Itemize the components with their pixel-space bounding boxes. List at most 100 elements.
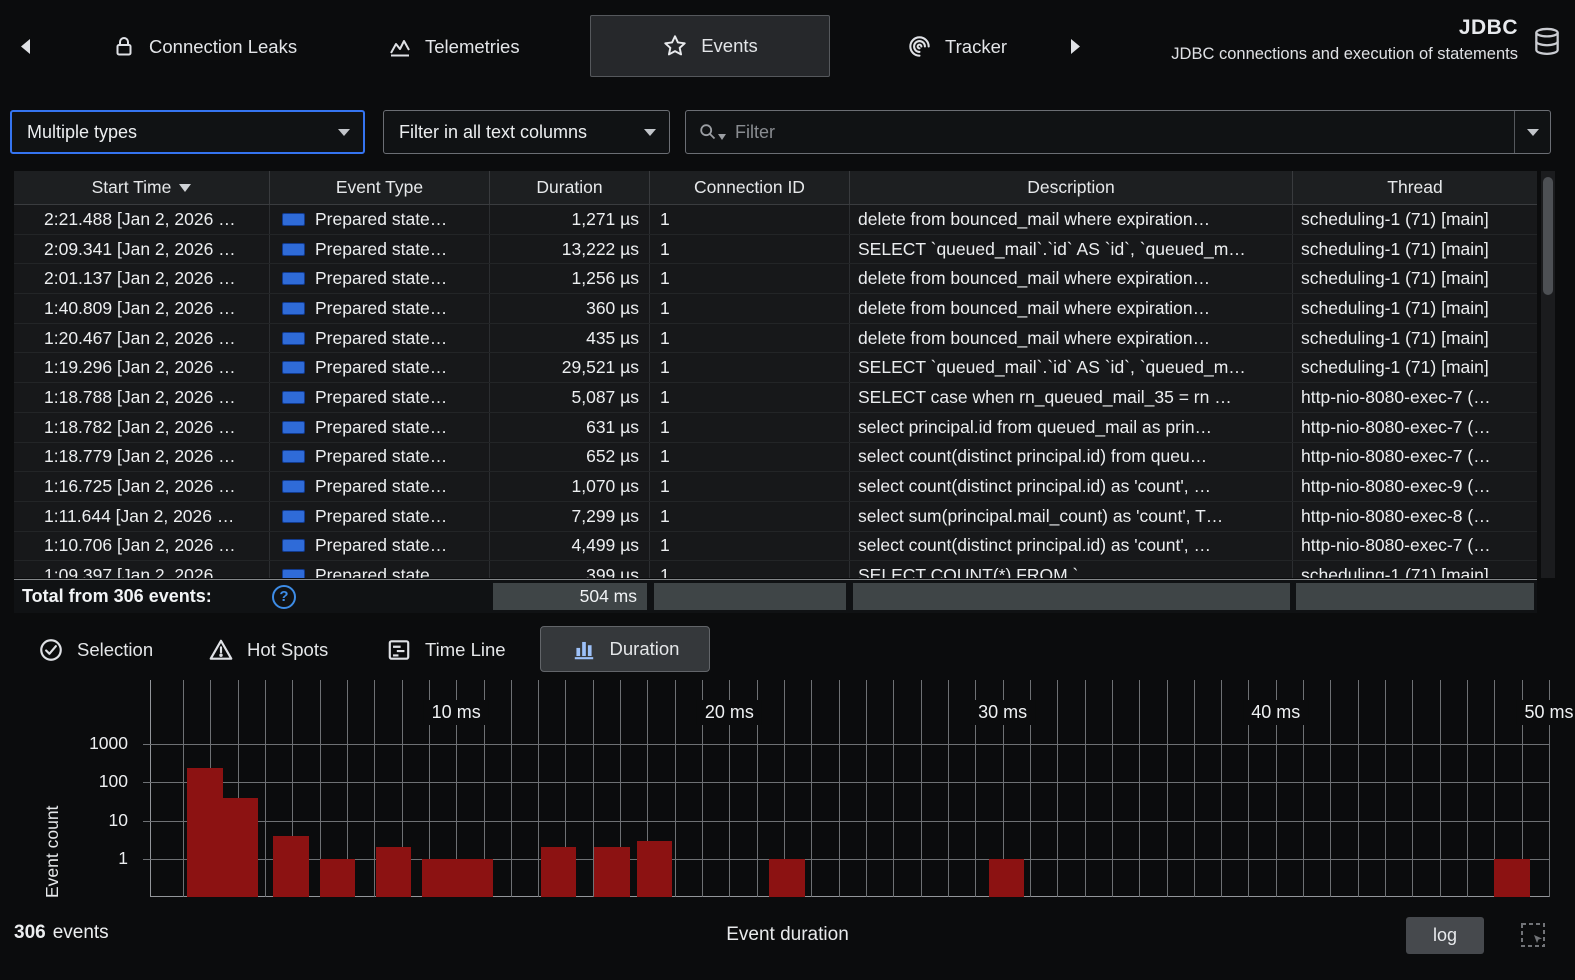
column-header-event-type[interactable]: Event Type bbox=[270, 171, 490, 204]
search-icon[interactable] bbox=[698, 122, 718, 142]
filter-history-dropdown-button[interactable] bbox=[1514, 111, 1550, 153]
cell-start-time: 1:09.397 [Jan 2, 2026 … bbox=[14, 561, 270, 578]
table-scrollbar[interactable] bbox=[1541, 171, 1555, 578]
vertical-gridline bbox=[1166, 680, 1168, 897]
cell-duration: 1,070 µs bbox=[490, 472, 650, 501]
prepared-statement-icon bbox=[282, 569, 305, 578]
histogram-bar[interactable] bbox=[319, 859, 356, 897]
tab-tracker[interactable]: Tracker bbox=[897, 0, 1017, 93]
horizontal-gridline bbox=[143, 782, 1550, 784]
cell-description: SELECT case when rn_queued_mail_35 = rn … bbox=[850, 383, 1293, 412]
histogram-bar[interactable] bbox=[222, 797, 259, 897]
column-header-description[interactable]: Description bbox=[850, 171, 1293, 204]
cell-start-time: 1:19.296 [Jan 2, 2026 … bbox=[14, 353, 270, 383]
duration-histogram: Event count 1 10 100 1000 10 ms 20 ms 30 ms 40… bbox=[0, 680, 1575, 917]
column-header-duration[interactable]: Duration bbox=[490, 171, 650, 204]
cell-thread: http-nio-8080-exec-7 (… bbox=[1301, 535, 1491, 556]
histogram-bar[interactable] bbox=[1494, 859, 1530, 897]
cell-event-type: Prepared state… bbox=[270, 412, 490, 442]
cell-connection-id: 1 bbox=[650, 205, 850, 234]
histogram-bar[interactable] bbox=[540, 847, 577, 897]
histogram-bar[interactable] bbox=[273, 835, 309, 897]
view-tab-duration[interactable]: Duration bbox=[540, 626, 710, 672]
filter-column-select[interactable]: Filter in all text columns bbox=[383, 110, 670, 154]
cell-duration: 399 µs bbox=[490, 561, 650, 578]
event-row[interactable]: 1:18.788 [Jan 2, 2026 … Prepared state… … bbox=[14, 383, 1537, 413]
vertical-gridline bbox=[1221, 680, 1223, 897]
column-header-start-time[interactable]: Start Time bbox=[14, 171, 270, 204]
cell-start-time: 1:11.644 [Jan 2, 2026 … bbox=[14, 501, 270, 531]
cell-thread: http-nio-8080-exec-7 (… bbox=[1301, 386, 1491, 407]
tracker-spiral-icon bbox=[907, 34, 932, 59]
total-duration-value: 504 ms bbox=[493, 583, 647, 610]
cell-duration: 4,499 µs bbox=[490, 531, 650, 561]
cell-start-time: 1:18.779 [Jan 2, 2026 … bbox=[14, 442, 270, 472]
help-icon[interactable] bbox=[272, 584, 296, 609]
vertical-gridline bbox=[811, 680, 813, 897]
event-row[interactable]: 1:09.397 [Jan 2, 2026 … Prepared state… … bbox=[14, 561, 1537, 578]
y-tick-label: 10 bbox=[108, 809, 128, 830]
histogram-bar[interactable] bbox=[769, 859, 805, 897]
histogram-bar[interactable] bbox=[422, 859, 458, 897]
chevron-left-icon bbox=[18, 37, 33, 56]
filter-input[interactable] bbox=[735, 111, 1514, 153]
tab-label: Tracker bbox=[945, 35, 1008, 57]
prepared-statement-icon bbox=[282, 509, 305, 523]
histogram-bar[interactable] bbox=[988, 859, 1025, 897]
cell-connection-id: 1 bbox=[650, 561, 850, 578]
vertical-gridline bbox=[1467, 680, 1469, 897]
vertical-gridline bbox=[1385, 680, 1387, 897]
y-axis-tick-labels: 1 10 100 1000 bbox=[0, 680, 136, 897]
view-tab-time-line[interactable]: Time Line bbox=[376, 622, 516, 677]
vertical-gridline bbox=[866, 680, 867, 897]
histogram-bar[interactable] bbox=[457, 859, 494, 897]
event-row[interactable]: 1:20.467 [Jan 2, 2026 … Prepared state… … bbox=[14, 323, 1537, 354]
log-scale-button[interactable]: log bbox=[1406, 917, 1484, 954]
view-tab-label: Hot Spots bbox=[247, 638, 329, 660]
histogram-bar[interactable] bbox=[375, 847, 412, 897]
select-region-icon[interactable] bbox=[1518, 920, 1550, 952]
event-row[interactable]: 2:09.341 [Jan 2, 2026 … Prepared state… … bbox=[14, 234, 1537, 265]
cell-description: delete from bounced_mail where expiratio… bbox=[850, 205, 1293, 234]
cell-connection-id: 1 bbox=[650, 442, 850, 472]
cell-connection-id: 1 bbox=[650, 264, 850, 294]
histogram-bar[interactable] bbox=[594, 847, 630, 897]
event-row[interactable]: 1:18.779 [Jan 2, 2026 … Prepared state… … bbox=[14, 442, 1537, 473]
tab-connection-leaks[interactable]: Connection Leaks bbox=[102, 0, 307, 93]
total-description-box bbox=[853, 583, 1290, 610]
search-options-caret-icon[interactable] bbox=[718, 134, 726, 140]
tab-events[interactable]: Events bbox=[590, 15, 830, 77]
warning-triangle-icon bbox=[208, 637, 234, 663]
tabs-scroll-right-button[interactable] bbox=[1060, 0, 1090, 93]
view-tab-selection[interactable]: Selection bbox=[28, 622, 163, 677]
cell-thread: http-nio-8080-exec-8 (… bbox=[1301, 505, 1491, 526]
event-row[interactable]: 1:18.782 [Jan 2, 2026 … Prepared state… … bbox=[14, 412, 1537, 443]
cell-description: delete from bounced_mail where expiratio… bbox=[850, 294, 1293, 323]
histogram-bar[interactable] bbox=[636, 840, 673, 897]
column-header-connection-id[interactable]: Connection ID bbox=[650, 171, 850, 204]
cell-duration: 29,521 µs bbox=[490, 353, 650, 383]
event-row[interactable]: 1:11.644 [Jan 2, 2026 … Prepared state… … bbox=[14, 501, 1537, 532]
tab-telemetries[interactable]: Telemetries bbox=[378, 0, 530, 93]
histogram-bar[interactable] bbox=[187, 768, 223, 897]
vertical-gridline bbox=[538, 680, 540, 897]
event-row[interactable]: 1:19.296 [Jan 2, 2026 … Prepared state… … bbox=[14, 353, 1537, 384]
column-header-thread[interactable]: Thread bbox=[1293, 171, 1537, 204]
chevron-right-icon bbox=[1068, 37, 1083, 56]
cell-duration: 1,271 µs bbox=[490, 205, 650, 234]
cell-connection-id: 1 bbox=[650, 353, 850, 383]
event-type-filter-select[interactable]: Multiple types bbox=[10, 110, 365, 154]
event-row[interactable]: 1:40.809 [Jan 2, 2026 … Prepared state… … bbox=[14, 294, 1537, 324]
cell-description: delete from bounced_mail where expiratio… bbox=[850, 323, 1293, 353]
event-row[interactable]: 2:21.488 [Jan 2, 2026 … Prepared state… … bbox=[14, 205, 1537, 235]
cell-event-type: Prepared state… bbox=[270, 442, 490, 472]
table-scrollbar-thumb[interactable] bbox=[1543, 177, 1553, 295]
cell-description: SELECT COUNT(*) FROM `… bbox=[850, 561, 1293, 578]
event-row[interactable]: 1:10.706 [Jan 2, 2026 … Prepared state… … bbox=[14, 531, 1537, 562]
cell-duration: 631 µs bbox=[490, 412, 650, 442]
event-row[interactable]: 2:01.137 [Jan 2, 2026 … Prepared state… … bbox=[14, 264, 1537, 295]
vertical-gridline bbox=[1330, 680, 1332, 897]
view-tab-hot-spots[interactable]: Hot Spots bbox=[198, 622, 338, 677]
tabs-scroll-left-button[interactable] bbox=[10, 0, 40, 93]
event-row[interactable]: 1:16.725 [Jan 2, 2026 … Prepared state… … bbox=[14, 472, 1537, 502]
